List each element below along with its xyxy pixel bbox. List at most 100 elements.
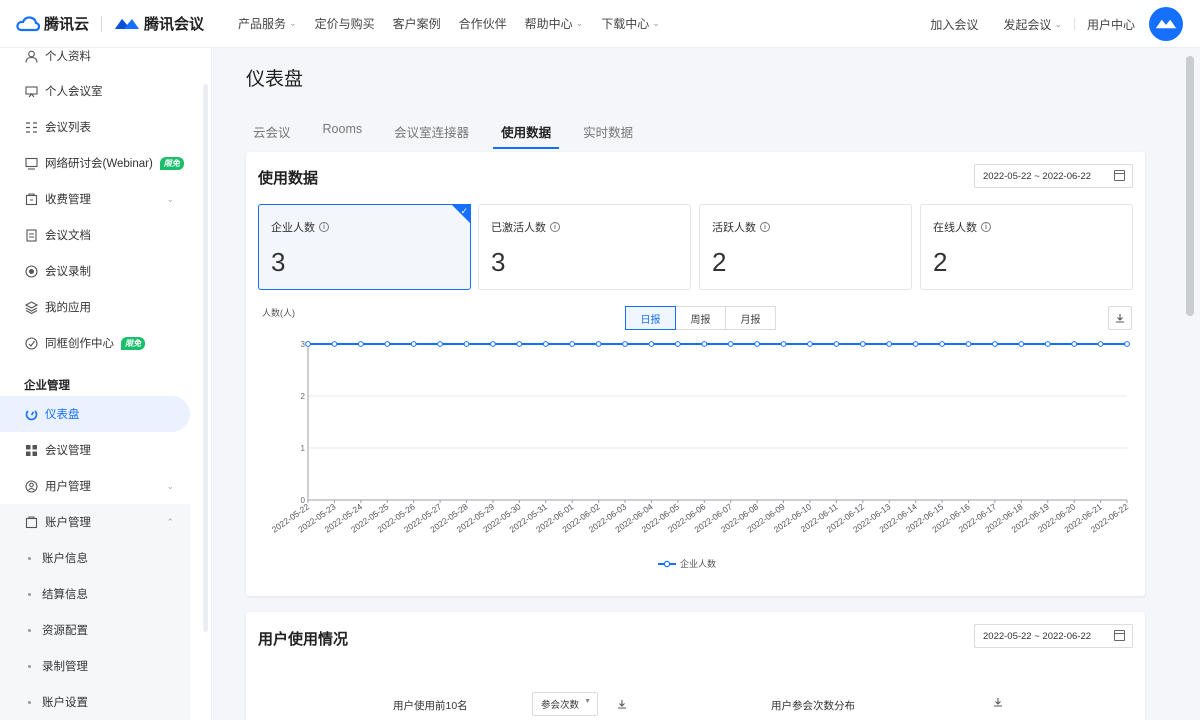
sidebar-item-label: 会议管理	[45, 445, 91, 457]
sidebar-item-creation-center[interactable]: 同框创作中心 限免	[0, 325, 190, 361]
sidebar-item-label: 账户管理	[45, 517, 91, 529]
brand[interactable]: 腾讯云 腾讯会议	[16, 0, 204, 48]
user-center-link[interactable]: 用户中心	[1087, 16, 1135, 33]
user-usage-date-picker[interactable]: 2022-05-22 ~ 2022-06-22	[974, 624, 1133, 648]
sidebar-subitem-billing-info[interactable]: 结算信息	[0, 576, 190, 612]
tab-room-connector[interactable]: 会议室连接器	[394, 122, 469, 149]
free-badge: 限免	[121, 336, 145, 350]
stat-card-activated-users[interactable]: 已激活人数 i 3	[478, 204, 691, 290]
tab-usage-data[interactable]: 使用数据	[493, 122, 560, 149]
y-axis-labels: 0 1 2 3	[301, 340, 306, 505]
sidebar-subitem-recording-management[interactable]: 录制管理	[0, 648, 190, 684]
sidebar-subitem-account-settings[interactable]: 账户设置	[0, 684, 190, 720]
chart-legend[interactable]: 企业人数	[658, 558, 716, 569]
sidebar-item-billing[interactable]: 收费管理 ⌄	[0, 181, 190, 217]
nav-products[interactable]: 产品服务 ⌄	[238, 15, 297, 32]
nav-divider	[1073, 18, 1075, 30]
check-icon: ✓	[460, 206, 468, 216]
y-tick-label: 3	[301, 340, 306, 349]
sidebar-item-dashboard[interactable]: 仪表盘	[0, 396, 190, 432]
data-point	[859, 341, 866, 347]
tencent-meeting-icon	[115, 18, 140, 29]
stat-value: 2	[712, 247, 727, 277]
nav-pricing-label: 定价与购买	[314, 17, 375, 31]
dashboard-icon	[24, 407, 38, 421]
data-point	[437, 341, 443, 347]
user-usage-card: 用户使用情况 2022-05-22 ~ 2022-06-22 用户使用前10名 …	[246, 612, 1145, 720]
grid-icon	[24, 443, 38, 457]
user-center-label: 用户中心	[1086, 17, 1135, 32]
nav-cases[interactable]: 客户案例	[393, 15, 441, 32]
distribution-download-button[interactable]	[986, 690, 1010, 714]
sidebar-item-profile[interactable]: 个人资料	[0, 48, 190, 74]
user-icon	[24, 49, 38, 63]
brand-cloud-name: 腾讯云	[44, 16, 90, 33]
page-scrollbar[interactable]	[1186, 56, 1194, 316]
sidebar-item-label: 会议录制	[45, 266, 91, 278]
sidebar-item-user-management[interactable]: 用户管理 ⌄	[0, 468, 190, 504]
nav-partners[interactable]: 合作伙伴	[459, 15, 507, 32]
nav-cases-label: 客户案例	[392, 17, 441, 31]
start-meeting-link[interactable]: 发起会议 ⌄	[1003, 16, 1062, 33]
bullet-dot	[28, 700, 31, 704]
info-icon[interactable]: i	[319, 222, 329, 232]
sidebar-scrollbar[interactable]	[203, 84, 208, 632]
y-tick-label: 1	[301, 444, 306, 453]
nav-help[interactable]: 帮助中心 ⌄	[525, 15, 584, 32]
bullet-dot	[28, 592, 31, 596]
usage-data-card: 使用数据 2022-05-22 ~ 2022-06-22 企业人数 i 3 ✓ 已…	[246, 152, 1145, 596]
nav-pricing[interactable]: 定价与购买	[315, 15, 375, 32]
chevron-down-icon: ⌄	[289, 18, 297, 28]
sidebar-item-account-management[interactable]: 账户管理 ⌃	[0, 504, 190, 540]
join-meeting-link[interactable]: 加入会议	[930, 16, 978, 33]
sidebar-subitem-resources[interactable]: 资源配置	[0, 612, 190, 648]
period-daily-button[interactable]: 日报	[625, 306, 676, 330]
top-navbar: 腾讯云 腾讯会议 产品服务 ⌄ 定价与购买 客户案例 合作伙伴 帮助中心 ⌄ 下载中…	[0, 0, 1200, 48]
x-axis-labels: 2022-05-222022-05-232022-05-242022-05-25…	[270, 500, 1130, 535]
stat-label-row: 已激活人数 i	[491, 219, 560, 235]
stat-label: 已激活人数	[491, 222, 546, 234]
sidebar-item-meeting-list[interactable]: 会议列表	[0, 109, 190, 145]
date-range-picker[interactable]: 2022-05-22 ~ 2022-06-22	[974, 164, 1133, 188]
data-point	[1071, 341, 1078, 347]
sidebar-item-label: 用户管理	[45, 481, 91, 493]
tencent-cloud-logo[interactable]: 腾讯云	[16, 13, 89, 34]
data-point	[1018, 341, 1025, 347]
tab-realtime-data[interactable]: 实时数据	[583, 122, 633, 149]
sidebar-item-webinar[interactable]: 网络研讨会(Webinar) 限免	[0, 145, 190, 181]
info-icon[interactable]: i	[760, 222, 770, 232]
sidebar-item-recording[interactable]: 会议录制	[0, 253, 190, 289]
top10-download-button[interactable]	[610, 692, 634, 716]
tab-cloud-meeting[interactable]: 云会议	[253, 122, 291, 149]
sidebar-subitem-account-info[interactable]: 账户信息	[0, 540, 190, 576]
bullet-dot	[28, 664, 31, 668]
sidebar-item-meeting-management[interactable]: 会议管理	[0, 432, 190, 468]
info-icon[interactable]: i	[981, 222, 991, 232]
sidebar-subitem-label: 结算信息	[42, 589, 88, 601]
stat-card-online-users[interactable]: 在线人数 i 2	[920, 204, 1133, 290]
avatar[interactable]	[1149, 7, 1183, 41]
stat-card-enterprise-users[interactable]: 企业人数 i 3 ✓	[258, 204, 471, 290]
data-point	[305, 341, 311, 347]
tab-rooms[interactable]: Rooms	[323, 122, 363, 149]
sidebar-item-personal-room[interactable]: 个人会议室	[0, 73, 190, 109]
info-icon[interactable]: i	[550, 222, 560, 232]
legend-marker	[663, 560, 671, 568]
metric-select[interactable]: 参会次数 ▼	[532, 692, 598, 716]
stat-card-active-users[interactable]: 活跃人数 i 2	[699, 204, 912, 290]
tencent-meeting-logo[interactable]: 腾讯会议	[114, 13, 204, 34]
sidebar-item-documents[interactable]: 会议文档	[0, 217, 190, 253]
data-point	[622, 341, 628, 347]
sidebar-item-my-apps[interactable]: 我的应用	[0, 289, 190, 325]
nav-download[interactable]: 下载中心 ⌄	[601, 15, 660, 32]
stat-label: 活跃人数	[712, 222, 756, 234]
stat-label-row: 企业人数 i	[271, 219, 329, 235]
bullet-dot	[28, 628, 31, 632]
webinar-icon	[24, 156, 38, 170]
create-icon	[24, 336, 38, 350]
chevron-down-icon: ⌄	[166, 480, 174, 491]
chart-grid	[307, 343, 1127, 501]
data-point	[384, 341, 391, 347]
top10-label: 用户使用前10名	[393, 700, 468, 712]
